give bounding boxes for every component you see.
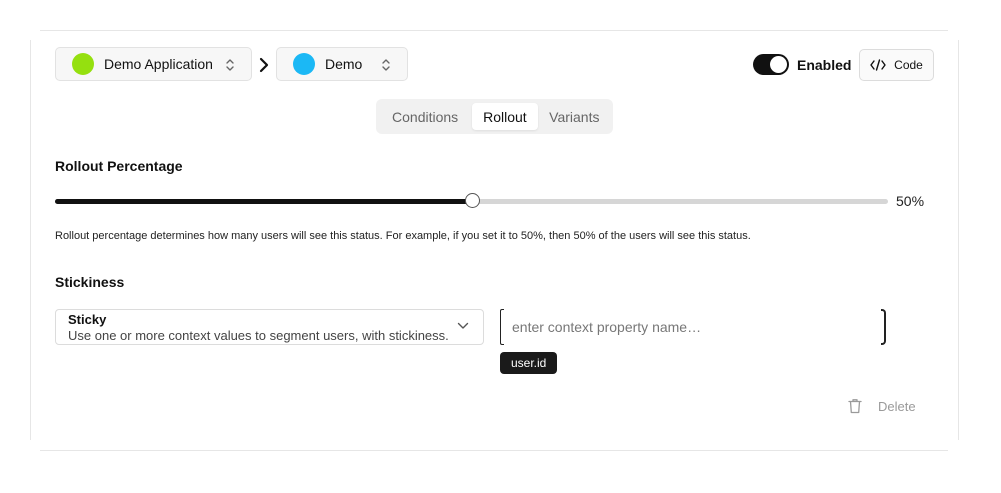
rollout-slider-fill (55, 199, 472, 204)
stickiness-select-description: Use one or more context values to segmen… (68, 328, 449, 343)
context-property-input[interactable] (500, 309, 886, 345)
tab-variants[interactable]: Variants (540, 103, 609, 130)
enabled-label: Enabled (797, 57, 852, 73)
context-property-field (500, 309, 886, 345)
chevron-right-icon (259, 57, 269, 73)
application-selector[interactable]: Demo Application (55, 47, 252, 81)
chevron-up-down-icon (382, 59, 390, 71)
delete-button-label: Delete (878, 398, 916, 414)
code-icon (870, 59, 886, 71)
environment-selector-label: Demo (325, 56, 363, 72)
panel-border-top (40, 30, 948, 31)
enabled-toggle[interactable] (753, 54, 789, 75)
toggle-knob (770, 56, 787, 73)
tab-bar: Conditions Rollout Variants (376, 99, 613, 134)
trash-icon (848, 399, 862, 414)
rollout-help-text: Rollout percentage determines how many u… (55, 230, 751, 242)
chevron-up-down-icon (226, 59, 234, 71)
stickiness-select[interactable]: Sticky Use one or more context values to… (55, 309, 484, 345)
tab-conditions[interactable]: Conditions (380, 103, 470, 130)
environment-color-dot (293, 53, 315, 75)
environment-selector[interactable]: Demo (276, 47, 408, 81)
rollout-value: 50% (896, 193, 925, 209)
chevron-down-icon (457, 322, 469, 329)
context-tag[interactable]: user.id (500, 352, 558, 374)
rollout-percentage-title: Rollout Percentage (55, 158, 183, 174)
application-selector-label: Demo Application (104, 56, 213, 72)
stickiness-title: Stickiness (55, 274, 125, 290)
input-border-right (881, 309, 886, 345)
stickiness-select-title: Sticky (68, 312, 107, 327)
panel-border-right (958, 40, 959, 440)
panel-border-bottom (40, 450, 948, 451)
panel-border-left (30, 40, 31, 440)
code-button[interactable]: Code (859, 49, 934, 81)
code-button-label: Code (894, 58, 923, 72)
rollout-slider-thumb[interactable] (465, 193, 480, 208)
input-border-left (500, 309, 504, 345)
tab-rollout[interactable]: Rollout (472, 103, 538, 130)
application-color-dot (72, 53, 94, 75)
delete-button[interactable]: Delete (848, 398, 916, 414)
rollout-slider[interactable] (55, 193, 888, 208)
